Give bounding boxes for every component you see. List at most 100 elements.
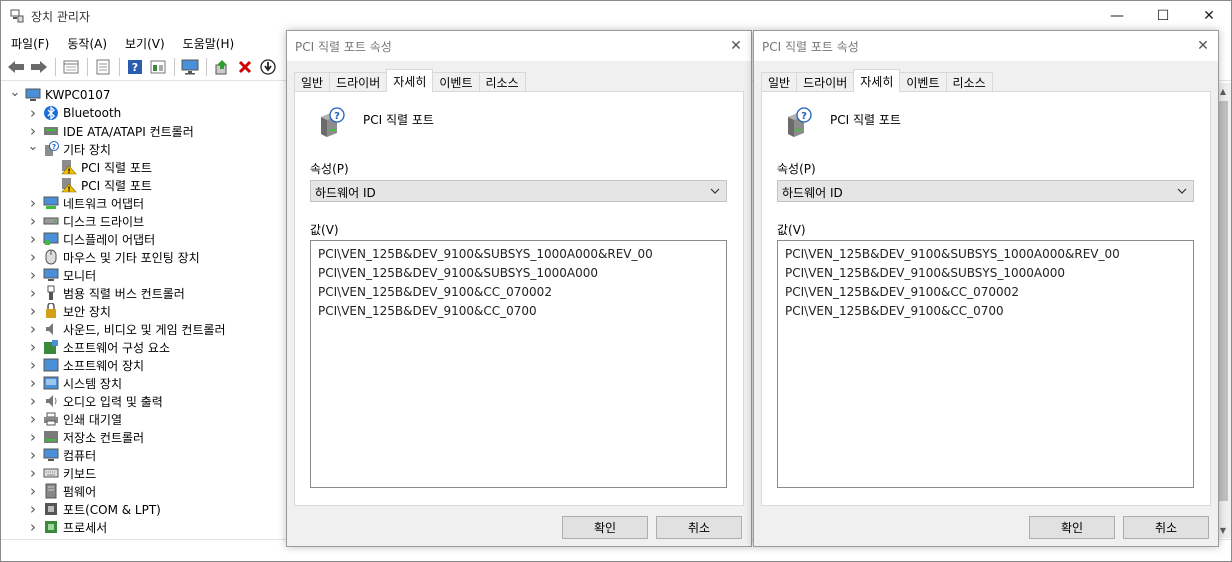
forward-arrow-icon[interactable] (28, 56, 50, 78)
list-item[interactable]: PCI\VEN_125B&DEV_9100&SUBSYS_1000A000 (311, 263, 726, 282)
list-item[interactable]: PCI\VEN_125B&DEV_9100&CC_0700 (311, 301, 726, 320)
chevron-right-icon[interactable]: › (27, 302, 39, 320)
tree-item[interactable]: › 저장소 컨트롤러 (27, 428, 144, 446)
chevron-right-icon[interactable]: › (27, 248, 39, 266)
list-item[interactable]: PCI\VEN_125B&DEV_9100&CC_070002 (311, 282, 726, 301)
chevron-right-icon[interactable]: › (27, 410, 39, 428)
chevron-right-icon[interactable]: › (27, 266, 39, 284)
tree-item[interactable]: › 보안 장치 (27, 302, 111, 320)
list-item[interactable]: PCI\VEN_125B&DEV_9100&CC_070002 (778, 282, 1193, 301)
tree-item[interactable]: › 네트워크 어댑터 (27, 194, 144, 212)
tree-item[interactable]: › 포트(COM & LPT) (27, 500, 161, 518)
property-select[interactable]: 하드웨어 ID (777, 180, 1194, 202)
tree-item-label: PCI 직렬 포트 (81, 160, 152, 175)
menu-view[interactable]: 보기(V) (115, 32, 173, 54)
tree-item[interactable]: ⌄ KWPC0107 (9, 85, 111, 104)
tree-item[interactable]: › 디스플레이 어댑터 (27, 230, 155, 248)
chevron-right-icon[interactable]: › (27, 122, 39, 140)
svg-text:?: ? (801, 111, 807, 122)
show-hidden-icon[interactable] (60, 56, 82, 78)
svg-text:?: ? (132, 61, 138, 74)
minimize-button[interactable]: — (1094, 1, 1140, 31)
tree-item[interactable]: › 컴퓨터 (27, 446, 96, 464)
chevron-right-icon[interactable]: › (27, 392, 39, 410)
cancel-button[interactable]: 취소 (1123, 516, 1209, 539)
tree-item[interactable]: › 펌웨어 (27, 482, 96, 500)
tree-item[interactable]: › 오디오 입력 및 출력 (27, 392, 163, 410)
tab-events[interactable]: 이벤트 (432, 72, 480, 92)
chevron-right-icon[interactable]: › (27, 320, 39, 338)
tree-item[interactable]: ⌄? 기타 장치 (27, 139, 111, 158)
menu-help[interactable]: 도움말(H) (173, 32, 243, 54)
value-listbox[interactable]: PCI\VEN_125B&DEV_9100&SUBSYS_1000A000&RE… (777, 240, 1194, 488)
value-listbox[interactable]: PCI\VEN_125B&DEV_9100&SUBSYS_1000A000&RE… (310, 240, 727, 488)
tree-item[interactable]: › 마우스 및 기타 포인팅 장치 (27, 248, 200, 266)
chevron-right-icon[interactable]: › (27, 104, 39, 122)
tab-details[interactable]: 자세히 (853, 69, 901, 92)
list-item[interactable]: PCI\VEN_125B&DEV_9100&SUBSYS_1000A000&RE… (778, 244, 1193, 263)
tab-driver[interactable]: 드라이버 (796, 72, 855, 92)
tree-item[interactable]: PCI 직렬 포트 (45, 176, 152, 194)
enable-device-icon[interactable] (257, 56, 279, 78)
dialog-close-button[interactable]: ✕ (721, 31, 751, 61)
tree-item[interactable]: › IDE ATA/ATAPI 컨트롤러 (27, 122, 194, 140)
tree-item[interactable]: › 모니터 (27, 266, 96, 284)
tree-item-label: 기타 장치 (63, 142, 111, 157)
chevron-right-icon[interactable]: › (27, 284, 39, 302)
software-component-icon (43, 339, 59, 355)
chevron-right-icon[interactable]: › (27, 374, 39, 392)
chevron-right-icon[interactable]: › (27, 230, 39, 248)
update-driver-icon[interactable] (211, 56, 233, 78)
chevron-right-icon[interactable]: › (27, 518, 39, 536)
chevron-right-icon[interactable]: › (27, 338, 39, 356)
tree-item[interactable]: › Bluetooth (27, 104, 121, 122)
tree-item[interactable]: › 소프트웨어 구성 요소 (27, 338, 170, 356)
chevron-right-icon[interactable]: › (27, 212, 39, 230)
tree-item[interactable]: › 키보드 (27, 464, 96, 482)
tab-resources[interactable]: 리소스 (945, 72, 993, 92)
ok-button[interactable]: 확인 (1029, 516, 1115, 539)
cancel-button[interactable]: 취소 (656, 516, 742, 539)
tab-details[interactable]: 자세히 (386, 69, 434, 92)
chevron-down-icon[interactable]: ⌄ (9, 85, 21, 104)
tree-item[interactable]: › 소프트웨어 장치 (27, 356, 144, 374)
tree-item[interactable]: › 시스템 장치 (27, 374, 122, 392)
chevron-right-icon[interactable]: › (27, 194, 39, 212)
uninstall-icon[interactable] (234, 56, 256, 78)
chevron-right-icon[interactable]: › (27, 428, 39, 446)
menu-action[interactable]: 동작(A) (57, 32, 115, 54)
help-icon[interactable]: ? (124, 56, 146, 78)
property-select[interactable]: 하드웨어 ID (310, 180, 727, 202)
tree-item[interactable]: › 사운드, 비디오 및 게임 컨트롤러 (27, 320, 226, 338)
tree-item[interactable]: › 범용 직렬 버스 컨트롤러 (27, 284, 185, 302)
tree-item[interactable]: › 디스크 드라이브 (27, 212, 144, 230)
tab-general[interactable]: 일반 (294, 72, 331, 92)
list-item[interactable]: PCI\VEN_125B&DEV_9100&SUBSYS_1000A000 (778, 263, 1193, 282)
tree-item[interactable]: › 인쇄 대기열 (27, 410, 122, 428)
ok-button[interactable]: 확인 (562, 516, 648, 539)
tree-item[interactable]: PCI 직렬 포트 (45, 158, 152, 176)
maximize-button[interactable]: ☐ (1140, 1, 1186, 31)
chevron-right-icon[interactable]: › (27, 356, 39, 374)
chevron-down-icon[interactable]: ⌄ (27, 139, 39, 158)
back-arrow-icon[interactable] (5, 56, 27, 78)
tab-general[interactable]: 일반 (761, 72, 798, 92)
tree-item-label: 키보드 (63, 466, 97, 481)
monitor-icon[interactable] (179, 56, 201, 78)
tree-item[interactable]: › 프로세서 (27, 518, 107, 536)
chevron-right-icon[interactable]: › (27, 482, 39, 500)
close-button[interactable]: ✕ (1186, 1, 1232, 31)
chevron-right-icon[interactable]: › (27, 464, 39, 482)
view-icon[interactable] (147, 56, 169, 78)
list-item[interactable]: PCI\VEN_125B&DEV_9100&SUBSYS_1000A000&RE… (311, 244, 726, 263)
properties-icon[interactable] (92, 56, 114, 78)
scrollbar-thumb[interactable] (1218, 101, 1228, 501)
list-item[interactable]: PCI\VEN_125B&DEV_9100&CC_0700 (778, 301, 1193, 320)
tab-events[interactable]: 이벤트 (899, 72, 947, 92)
menu-file[interactable]: 파일(F) (1, 32, 57, 54)
tab-driver[interactable]: 드라이버 (329, 72, 388, 92)
tab-resources[interactable]: 리소스 (478, 72, 526, 92)
dialog-close-button[interactable]: ✕ (1188, 31, 1218, 61)
chevron-right-icon[interactable]: › (27, 446, 39, 464)
chevron-right-icon[interactable]: › (27, 500, 39, 518)
